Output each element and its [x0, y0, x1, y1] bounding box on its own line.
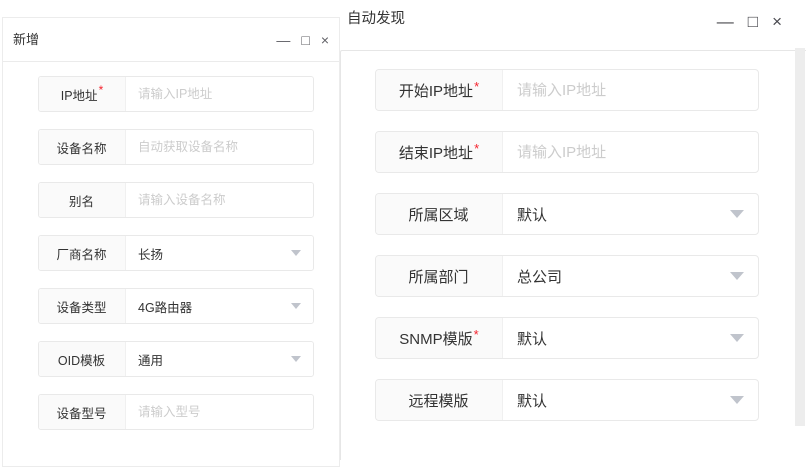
dialog-title: 自动发现 [347, 8, 405, 30]
required-asterisk: * [474, 327, 479, 342]
department-select[interactable]: 总公司 [503, 256, 758, 296]
alias-input[interactable] [126, 183, 313, 217]
ip-address-input[interactable] [126, 77, 313, 111]
form-row-remote-template: 远程模版 默认 [375, 379, 759, 421]
dialog-title: 新增 [13, 18, 39, 62]
snmp-template-select[interactable]: 默认 [503, 318, 758, 358]
device-model-input[interactable] [126, 395, 313, 429]
chevron-down-icon [730, 210, 744, 218]
field-label: OID模板 [39, 342, 126, 376]
form-row-snmp-template: SNMP模版* 默认 [375, 317, 759, 359]
add-dialog-titlebar[interactable]: 新增 — □ × [3, 18, 339, 62]
end-ip-input[interactable] [503, 132, 758, 172]
form-row-device-name: 设备名称 [38, 129, 314, 165]
form-row-oid-template: OID模板 通用 [38, 341, 314, 377]
minimize-icon[interactable]: — [276, 33, 290, 47]
window-controls: — □ × [717, 10, 782, 32]
auto-discovery-form: 开始IP地址* 结束IP地址* 所属区域 默认 [341, 51, 806, 421]
remote-template-select[interactable]: 默认 [503, 380, 758, 420]
field-label: 厂商名称 [39, 236, 126, 270]
chevron-down-icon [291, 303, 301, 309]
form-row-start-ip: 开始IP地址* [375, 69, 759, 111]
close-icon[interactable]: × [321, 33, 329, 47]
field-label: 远程模版 [376, 380, 503, 420]
add-device-dialog: 新增 — □ × IP地址* 设备名称 别名 厂商 [2, 17, 340, 467]
close-icon[interactable]: × [772, 13, 782, 30]
vendor-select[interactable]: 长扬 [126, 236, 313, 270]
form-row-department: 所属部门 总公司 [375, 255, 759, 297]
required-asterisk: * [474, 141, 479, 156]
field-label: 所属部门 [376, 256, 503, 296]
form-row-end-ip: 结束IP地址* [375, 131, 759, 173]
chevron-down-icon [291, 356, 301, 362]
field-label: 开始IP地址* [376, 70, 503, 110]
device-type-select[interactable]: 4G路由器 [126, 289, 313, 323]
chevron-down-icon [291, 250, 301, 256]
auto-discovery-titlebar[interactable]: 自动发现 — □ × [340, 0, 806, 50]
field-label: 所属区域 [376, 194, 503, 234]
start-ip-input[interactable] [503, 70, 758, 110]
window-controls: — □ × [276, 18, 329, 62]
form-row-region: 所属区域 默认 [375, 193, 759, 235]
minimize-icon[interactable]: — [717, 13, 734, 30]
form-row-ip-address: IP地址* [38, 76, 314, 112]
device-name-input[interactable] [126, 130, 313, 164]
form-row-vendor: 厂商名称 长扬 [38, 235, 314, 271]
field-label: 设备型号 [39, 395, 126, 429]
chevron-down-icon [730, 272, 744, 280]
add-dialog-form: IP地址* 设备名称 别名 厂商名称 长扬 [3, 62, 339, 430]
chevron-down-icon [730, 334, 744, 342]
field-label: SNMP模版* [376, 318, 503, 358]
oid-template-select[interactable]: 通用 [126, 342, 313, 376]
field-label: IP地址* [39, 77, 126, 111]
maximize-icon[interactable]: □ [301, 33, 309, 47]
field-label: 结束IP地址* [376, 132, 503, 172]
field-label: 别名 [39, 183, 126, 217]
form-row-alias: 别名 [38, 182, 314, 218]
scrollbar[interactable] [795, 48, 805, 426]
auto-discovery-content-panel: 开始IP地址* 结束IP地址* 所属区域 默认 [340, 50, 806, 460]
form-row-device-type: 设备类型 4G路由器 [38, 288, 314, 324]
region-select[interactable]: 默认 [503, 194, 758, 234]
field-label: 设备类型 [39, 289, 126, 323]
maximize-icon[interactable]: □ [748, 13, 758, 30]
chevron-down-icon [730, 396, 744, 404]
required-asterisk: * [474, 79, 479, 94]
auto-discovery-dialog: 自动发现 — □ × 开始IP地址* 结束IP地址* 所属区 [340, 0, 806, 460]
form-row-device-model: 设备型号 [38, 394, 314, 430]
field-label: 设备名称 [39, 130, 126, 164]
required-asterisk: * [99, 83, 104, 97]
